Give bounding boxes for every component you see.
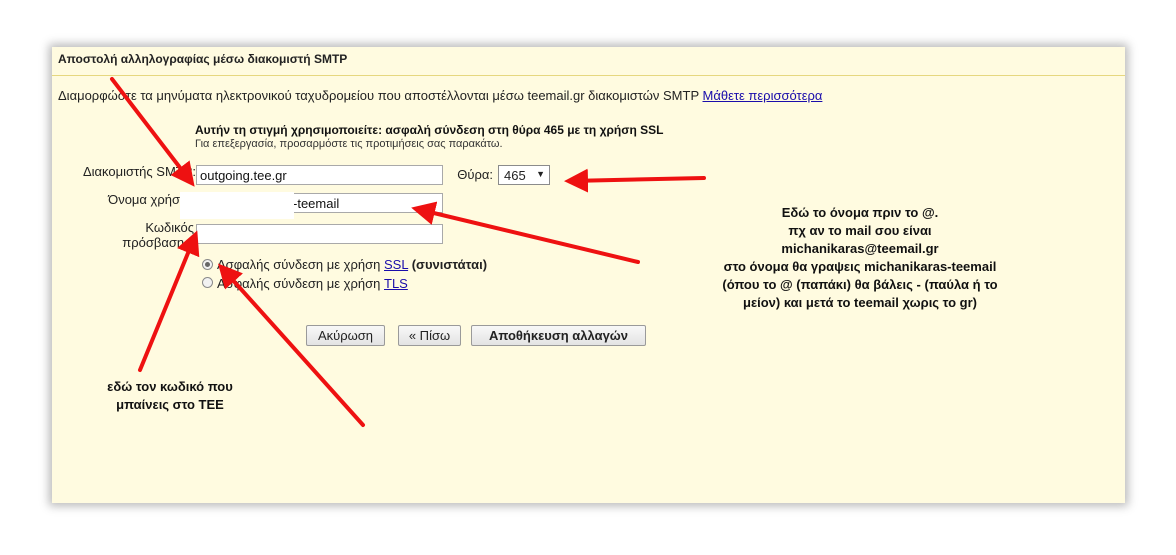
- password-label-line1: Κωδικός: [145, 220, 194, 235]
- smtp-settings-panel: Αποστολή αλληλογραφίας μέσω διακομιστή S…: [52, 47, 1125, 503]
- username-help-annotation: Εδώ το όνομα πριν το @. πχ αν το mail σο…: [640, 204, 1080, 312]
- learn-more-link[interactable]: Μάθετε περισσότερα: [703, 88, 823, 103]
- password-label-line2: πρόσβασης:: [122, 235, 194, 250]
- username-label: Όνομα χρήστη:: [108, 192, 196, 207]
- password-input[interactable]: [196, 224, 443, 244]
- password-label: Κωδικός πρόσβασης:: [60, 220, 194, 250]
- smtp-server-input[interactable]: [196, 165, 443, 185]
- description-text: Διαμορφώστε τα μηνύματα ηλεκτρονικού ταχ…: [58, 88, 703, 103]
- description: Διαμορφώστε τα μηνύματα ηλεκτρονικού ταχ…: [58, 88, 822, 103]
- tls-option-label[interactable]: Ασφαλής σύνδεση με χρήση TLS: [217, 276, 408, 291]
- save-changes-button[interactable]: Αποθήκευση αλλαγών: [471, 325, 646, 346]
- port-value: 465: [504, 168, 526, 183]
- redaction-mask: [180, 192, 294, 219]
- annotation-line: στο όνομα θα γραψεις michanikaras-teemai…: [723, 259, 997, 274]
- annotation-line: εδώ τον κωδικό που: [107, 379, 233, 394]
- port-select[interactable]: 465 ▼: [498, 165, 550, 185]
- smtp-server-label: Διακομιστής SMTP:: [82, 164, 196, 179]
- ssl-option-prefix: Ασφαλής σύνδεση με χρήση: [217, 257, 384, 272]
- annotation-line: πχ αν το mail σου είναι: [788, 223, 932, 238]
- tls-radio[interactable]: [202, 277, 213, 288]
- annotation-line: μπαίνεις στο ΤΕΕ: [116, 397, 224, 412]
- back-button[interactable]: « Πίσω: [398, 325, 461, 346]
- chevron-down-icon: ▼: [536, 169, 545, 179]
- edit-hint: Για επεξεργασία, προσαρμόστε τις προτιμή…: [195, 138, 503, 150]
- annotation-line: michanikaras@teemail.gr: [781, 241, 939, 256]
- panel-title: Αποστολή αλληλογραφίας μέσω διακομιστή S…: [58, 52, 348, 66]
- current-settings-note: Αυτήν τη στιγμή χρησιμοποιείτε: ασφαλή σ…: [195, 123, 664, 137]
- port-label: Θύρα:: [457, 167, 493, 182]
- ssl-recommended: (συνιστάται): [411, 257, 488, 272]
- password-help-annotation: εδώ τον κωδικό που μπαίνεις στο ΤΕΕ: [70, 378, 270, 414]
- annotation-line: μείον) και μετά το teemail χωρις το gr): [743, 295, 977, 310]
- ssl-option-label[interactable]: Ασφαλής σύνδεση με χρήση SSL (συνιστάται…: [217, 257, 487, 272]
- ssl-link[interactable]: SSL: [384, 257, 408, 272]
- cancel-button[interactable]: Ακύρωση: [306, 325, 385, 346]
- panel-header: Αποστολή αλληλογραφίας μέσω διακομιστή S…: [52, 47, 1125, 76]
- tls-link[interactable]: TLS: [384, 276, 408, 291]
- tls-option-prefix: Ασφαλής σύνδεση με χρήση: [217, 276, 384, 291]
- annotation-line: (όπου το @ (παπάκι) θα βάλεις - (παύλα ή…: [722, 277, 998, 292]
- annotation-line: Εδώ το όνομα πριν το @.: [781, 205, 939, 220]
- ssl-radio[interactable]: [202, 259, 213, 270]
